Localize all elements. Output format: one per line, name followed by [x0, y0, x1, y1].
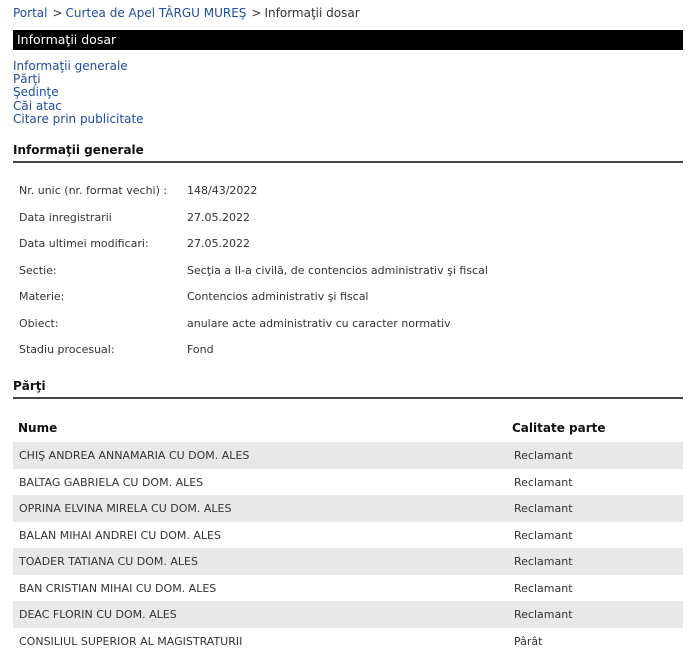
party-name: CONSILIUL SUPERIOR AL MAGISTRATURII [19, 634, 243, 648]
nav-link-appeals[interactable]: Căi atac [13, 99, 144, 113]
info-label: Materie: [19, 290, 65, 303]
section-nav: Informaţii generale Părţi Şedinţe Căi at… [13, 59, 144, 126]
nav-link-public-summons[interactable]: Citare prin publicitate [13, 112, 144, 126]
party-name: OPRINA ELVINA MIRELA CU DOM. ALES [19, 502, 232, 515]
party-role: Reclamant [514, 502, 573, 515]
parties-table-header: Nume Calitate parte [13, 416, 683, 442]
parties-table: Nume Calitate parte CHIŞ ANDREA ANNAMARI… [13, 416, 683, 654]
party-role: Reclamant [514, 608, 573, 621]
table-row: CONSILIUL SUPERIOR AL MAGISTRATURII Pârâ… [13, 628, 683, 655]
party-role: Reclamant [514, 475, 573, 489]
party-name: BALAN MIHAI ANDREI CU DOM. ALES [19, 528, 221, 542]
breadcrumb-portal-link[interactable]: Portal [13, 6, 47, 20]
party-name: BALTAG GABRIELA CU DOM. ALES [19, 475, 204, 489]
table-row: BALTAG GABRIELA CU DOM. ALES Reclamant [13, 469, 683, 496]
info-label: Sectie: [19, 263, 57, 277]
party-role: Pârât [514, 634, 543, 648]
party-name: TOADER TATIANA CU DOM. ALES [19, 555, 198, 568]
info-value: 27.05.2022 [187, 210, 250, 224]
info-value: Secţia a II-a civilă, de contencios admi… [187, 263, 488, 277]
info-label: Data ultimei modificari: [19, 237, 149, 250]
table-row: CHIŞ ANDREA ANNAMARIA CU DOM. ALES Recla… [13, 442, 683, 469]
party-name: DEAC FLORIN CU DOM. ALES [19, 608, 177, 621]
nav-link-hearings[interactable]: Şedinţe [13, 86, 144, 99]
general-info-heading: Informaţii generale [13, 143, 683, 163]
info-value: 148/43/2022 [187, 184, 258, 197]
info-value: 27.05.2022 [187, 237, 250, 250]
table-row: BAN CRISTIAN MIHAI CU DOM. ALES Reclaman… [13, 575, 683, 602]
party-name: BAN CRISTIAN MIHAI CU DOM. ALES [19, 581, 217, 595]
party-role: Reclamant [514, 555, 573, 568]
info-label: Stadiu procesual: [19, 343, 115, 356]
parties-heading: Părţi [13, 379, 683, 399]
table-row: OPRINA ELVINA MIRELA CU DOM. ALES Reclam… [13, 495, 683, 522]
info-label: Data inregistrarii [19, 210, 112, 224]
party-name: CHIŞ ANDREA ANNAMARIA CU DOM. ALES [19, 449, 250, 462]
breadcrumb-separator: > [52, 6, 63, 20]
breadcrumb-current: Informaţii dosar [264, 6, 360, 20]
party-role: Reclamant [514, 449, 573, 462]
column-header-name: Nume [18, 421, 58, 435]
table-row: BALAN MIHAI ANDREI CU DOM. ALES Reclaman… [13, 522, 683, 549]
info-value: anulare acte administrativ cu caracter n… [187, 316, 451, 330]
breadcrumb: Portal > Curtea de Apel TÂRGU MUREŞ > Inform… [13, 6, 360, 20]
info-value: Contencios administrativ şi fiscal [187, 290, 369, 303]
info-label: Nr. unic (nr. format vechi) : [19, 184, 168, 197]
table-row: DEAC FLORIN CU DOM. ALES Reclamant [13, 601, 683, 628]
party-role: Reclamant [514, 528, 573, 542]
breadcrumb-court-link[interactable]: Curtea de Apel TÂRGU MUREŞ [66, 6, 247, 20]
info-value: Fond [187, 343, 214, 356]
breadcrumb-separator: > [251, 6, 262, 20]
column-header-role: Calitate parte [512, 421, 606, 435]
info-label: Obiect: [19, 316, 59, 330]
party-role: Reclamant [514, 581, 573, 595]
table-row: TOADER TATIANA CU DOM. ALES Reclamant [13, 548, 683, 575]
page-title-bar: Informaţii dosar [13, 30, 683, 50]
